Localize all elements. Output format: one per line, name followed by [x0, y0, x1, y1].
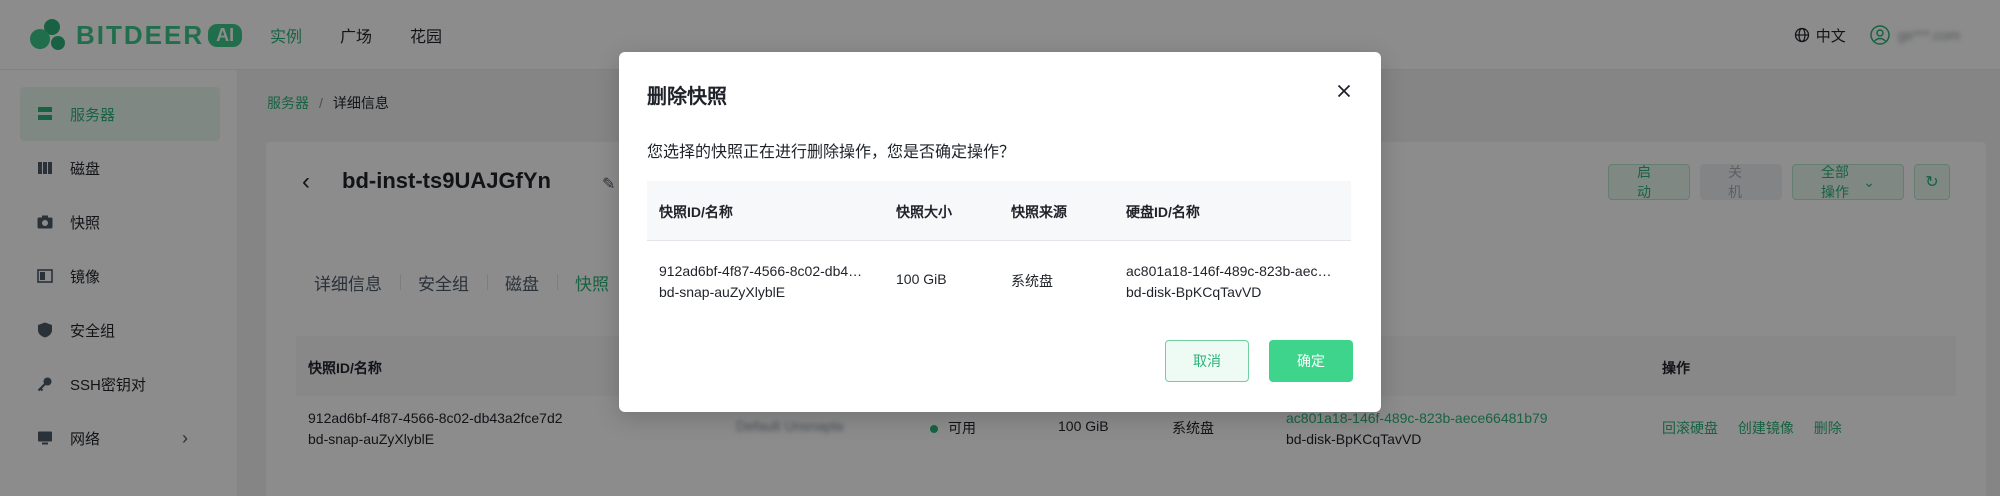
table-row: 912ad6bf-4f87-4566-8c02-db43… bd-snap-au… — [647, 241, 1351, 321]
snapshot-size: 100 GiB — [896, 271, 947, 287]
column-header-disk: 硬盘ID/名称 — [1126, 204, 1200, 220]
delete-snapshot-dialog: 删除快照 您选择的快照正在进行删除操作，您是否确定操作？ 快照ID/名称 快照大… — [619, 52, 1381, 412]
confirm-button[interactable]: 确定 — [1269, 340, 1353, 382]
column-header-source: 快照来源 — [1011, 204, 1067, 220]
close-icon[interactable] — [1333, 80, 1355, 102]
snapshot-id-name-cell: 912ad6bf-4f87-4566-8c02-db43… bd-snap-au… — [659, 261, 869, 303]
dialog-title: 删除快照 — [647, 86, 727, 108]
dialog-message: 您选择的快照正在进行删除操作，您是否确定操作？ — [647, 144, 1016, 161]
column-header-id-name: 快照ID/名称 — [659, 204, 733, 220]
disk-name: bd-disk-BpKCqTavVD — [1126, 284, 1262, 300]
snapshot-source: 系统盘 — [1011, 273, 1053, 289]
column-header-size: 快照大小 — [896, 204, 952, 220]
snapshot-name: bd-snap-auZyXlyblE — [659, 284, 786, 300]
disk-id-name-cell: ac801a18-146f-489c-823b-aece… bd-disk-Bp… — [1126, 261, 1336, 303]
snapshot-id: 912ad6bf-4f87-4566-8c02-db43… — [659, 263, 869, 279]
dialog-snapshot-table: 快照ID/名称 快照大小 快照来源 硬盘ID/名称 912ad6bf-4f87-… — [647, 181, 1351, 321]
cancel-button[interactable]: 取消 — [1165, 340, 1249, 382]
table-header: 快照ID/名称 快照大小 快照来源 硬盘ID/名称 — [647, 181, 1351, 241]
disk-id: ac801a18-146f-489c-823b-aece… — [1126, 263, 1336, 279]
